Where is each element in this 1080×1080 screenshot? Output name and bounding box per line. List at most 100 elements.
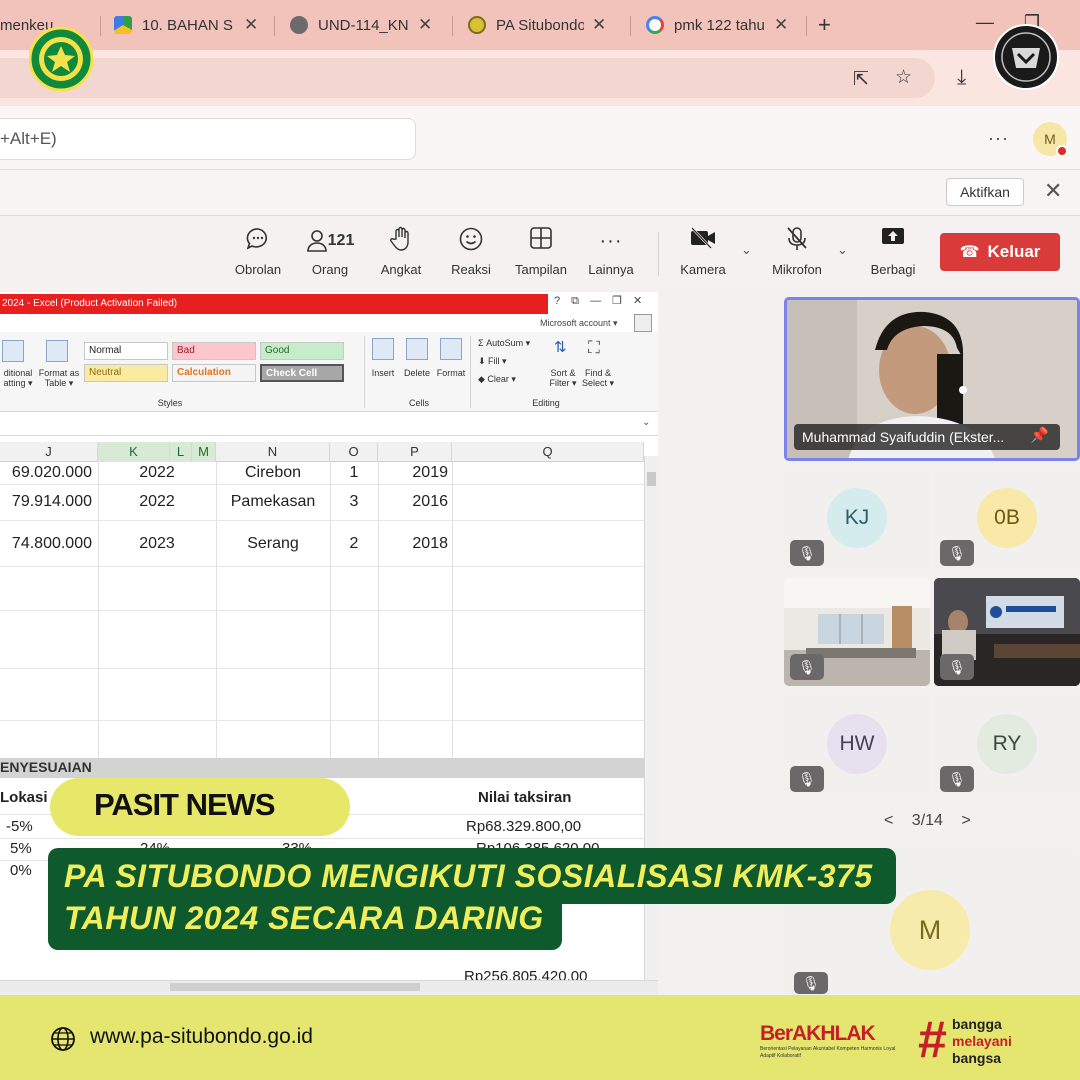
react-button[interactable]: Reaksi [439, 226, 503, 277]
mic-options-chevron-down-icon[interactable]: ⌄ [837, 242, 848, 258]
cell-p1: 2019 [412, 464, 448, 481]
omnibox[interactable] [0, 58, 935, 98]
participant-video-tile[interactable]: 🎙 [784, 578, 930, 686]
leave-label: Keluar [987, 242, 1041, 261]
column-header-l: L [170, 442, 192, 462]
conditional-formatting-icon [2, 340, 24, 362]
browser-tab-bahan[interactable]: 10. BAHAN S ✕ [114, 8, 264, 42]
styles-group-label: Styles [157, 398, 183, 408]
format-cells-icon [440, 338, 462, 360]
grid-line [0, 610, 644, 611]
share-label: Berbagi [870, 262, 916, 277]
cell-k2: 2022 [139, 493, 175, 510]
more-label: Lainnya [588, 262, 634, 277]
more-button[interactable]: ··· Lainnya [579, 226, 643, 277]
bangsa-word: bangsa [952, 1050, 1002, 1066]
autosum-button: Σ AutoSum ▾ [478, 338, 531, 348]
install-app-icon[interactable]: ⇱ [853, 68, 869, 91]
column-headers: J K L M N O P Q [0, 442, 644, 462]
browser-tab-pmk[interactable]: pmk 122 tahu ✕ [646, 8, 796, 42]
chevron-left-icon[interactable]: < [884, 812, 893, 829]
people-button[interactable]: 121 Orang [298, 226, 362, 277]
participant-tile[interactable]: KJ 🎙 [784, 466, 930, 572]
share-button[interactable]: Berbagi [861, 226, 925, 277]
browser-tab-und[interactable]: UND-114_KN ✕ [290, 8, 440, 42]
tab-close-icon[interactable]: ✕ [418, 15, 432, 35]
search-input[interactable]: +Alt+E) [0, 118, 416, 160]
more-options-icon[interactable]: ··· [988, 128, 1009, 149]
column-header-j: J [0, 442, 98, 462]
grid-line [0, 720, 644, 721]
bangga-melayani-bangsa-logo: bangga melayani bangsa [952, 1016, 1012, 1067]
participant-count: 121 [327, 232, 355, 249]
google-icon [646, 16, 664, 34]
chevron-right-icon[interactable]: > [961, 812, 970, 829]
browser-tab-pa-situbondo[interactable]: PA Situbondo ✕ [468, 8, 618, 42]
column-header-m: M [192, 442, 216, 462]
participant-tile[interactable]: RY 🎙 [934, 692, 1080, 798]
pin-icon[interactable]: 📌 [1030, 426, 1049, 444]
tab-title: PA Situbondo [496, 16, 584, 34]
find-select-button: Find & Select ▾ [581, 368, 615, 388]
mic-button[interactable]: Mikrofon [765, 226, 829, 277]
download-icon[interactable]: ⤓ [957, 66, 966, 90]
cell-j3: 74.800.000 [11, 535, 92, 552]
scrollbar-thumb[interactable] [170, 983, 420, 991]
aktifkan-button[interactable]: Aktifkan [946, 178, 1024, 206]
tab-title: 10. BAHAN S [142, 16, 233, 34]
cells-group-label: Cells [408, 398, 429, 408]
lokasi-value: -5% [6, 818, 33, 835]
scrollbar-thumb[interactable] [647, 472, 656, 486]
tab-title: pmk 122 tahu [674, 16, 765, 34]
plus-icon: + [818, 12, 831, 37]
tab-close-icon[interactable]: ✕ [592, 15, 606, 35]
lokasi-header: Lokasi [0, 789, 48, 806]
mic-label: Mikrofon [772, 262, 822, 277]
cell-k3: 2023 [139, 535, 175, 552]
sort-filter-icon: ⇅ [554, 339, 567, 356]
news-badge-label: PASIT NEWS [94, 787, 276, 822]
google-drive-icon [114, 16, 132, 34]
pa-situbondo-logo-icon [29, 26, 93, 92]
tab-close-icon[interactable]: ✕ [774, 15, 788, 35]
browser-tab-strip: menkeu 10. BAHAN S ✕ UND-114_KN ✕ PA Sit… [0, 0, 1080, 50]
participant-tile[interactable]: 0B 🎙 [934, 466, 1080, 572]
zona-integritas-logo-icon [993, 24, 1059, 90]
cell-p3: 2018 [412, 535, 448, 552]
participant-video-tile[interactable]: 🎙 [934, 578, 1080, 686]
share-icon [861, 226, 925, 256]
more-icon: ··· [599, 230, 623, 252]
chat-button[interactable]: Obrolan [226, 226, 290, 277]
binoculars-icon: ⛶ [588, 338, 600, 357]
excel-window-buttons: ? ⧉ — ❐ ✕ [554, 295, 643, 307]
control-divider [658, 232, 659, 276]
style-calculation: Calculation [172, 364, 256, 382]
tab-title: UND-114_KN [318, 16, 409, 34]
raise-hand-icon [369, 226, 433, 256]
grid-line [0, 484, 644, 485]
cell-n2: Pamekasan [230, 493, 316, 510]
star-icon[interactable]: ☆ [895, 66, 912, 89]
raise-hand-button[interactable]: Angkat [369, 226, 433, 277]
section-title: ENYESUAIAN [0, 759, 92, 775]
tab-separator [452, 16, 453, 36]
leave-button[interactable]: ☎ Keluar [940, 233, 1060, 271]
berakhlak-tagline: Berorientasi Pelayanan Akuntabel Kompete… [760, 1046, 896, 1059]
pa-situbondo-favicon [468, 16, 486, 34]
tab-separator [630, 16, 631, 36]
participant-initials: 0B [977, 488, 1037, 548]
format-label: Format [436, 368, 466, 378]
bangga-word: bangga [952, 1016, 1002, 1032]
cell-o3: 2 [349, 535, 359, 552]
view-button[interactable]: Tampilan [509, 226, 573, 277]
close-icon[interactable]: ✕ [1044, 178, 1062, 204]
tab-close-icon[interactable]: ✕ [244, 15, 258, 35]
camera-button[interactable]: Kamera [671, 226, 735, 277]
mic-off-icon: 🎙 [940, 654, 974, 680]
participant-pager: < 3/14 > [884, 812, 971, 830]
new-tab-button[interactable]: + [818, 8, 842, 42]
style-normal: Normal [84, 342, 168, 360]
mic-off-icon: 🎙 [790, 766, 824, 792]
participant-tile[interactable]: HW 🎙 [784, 692, 930, 798]
camera-options-chevron-down-icon[interactable]: ⌄ [741, 242, 752, 258]
